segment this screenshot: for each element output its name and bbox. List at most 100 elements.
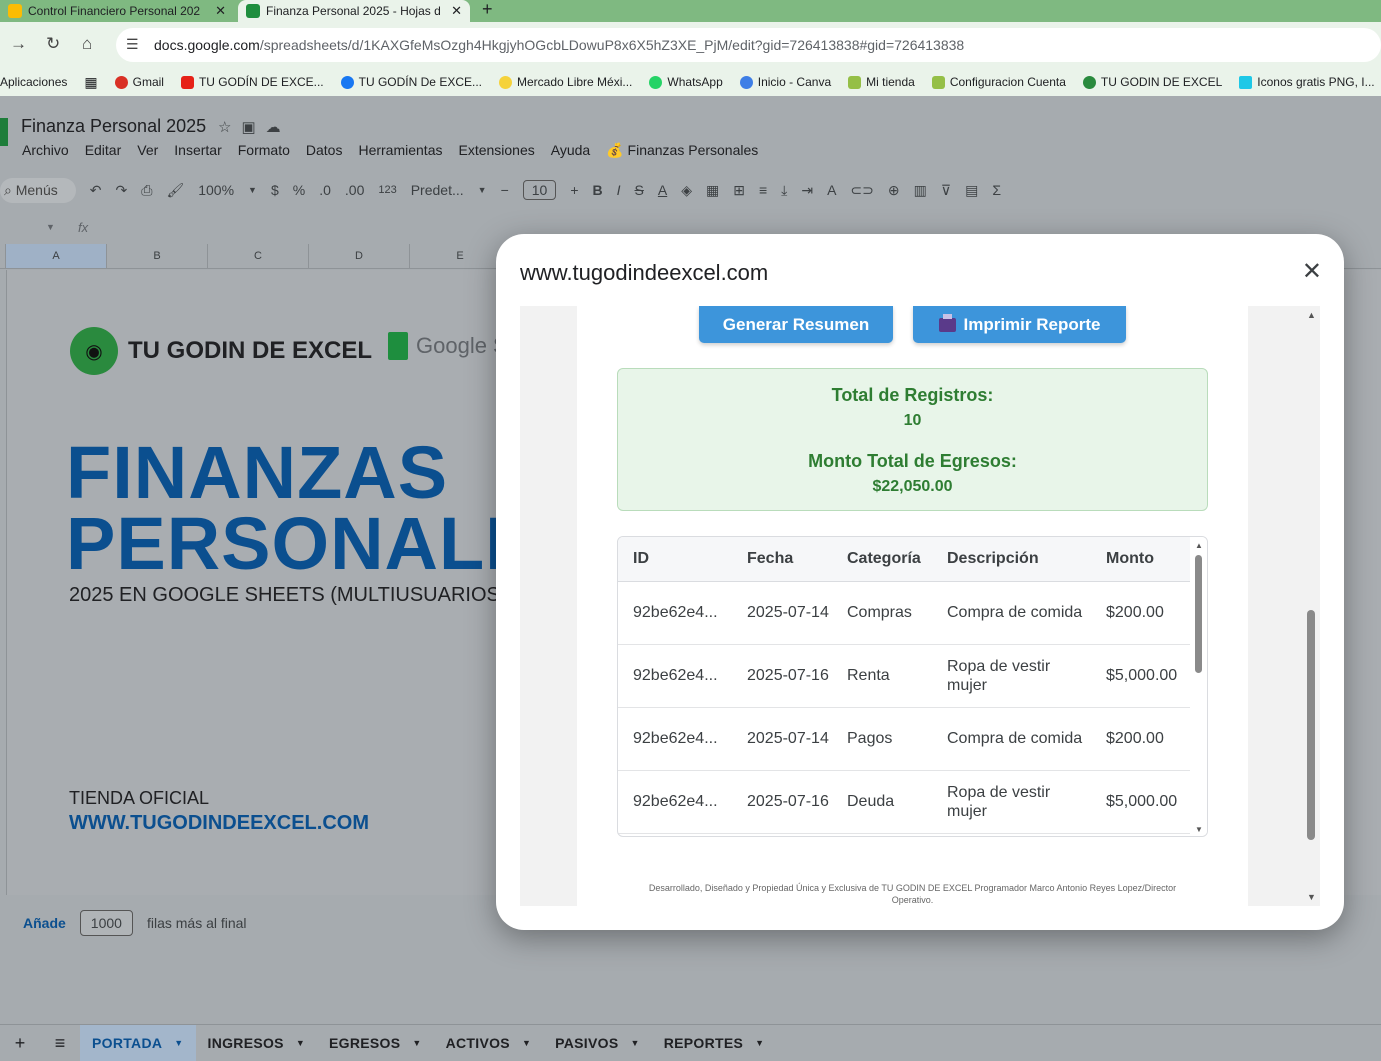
percent-format-button[interactable]: % [293, 182, 305, 198]
add-rows-count-input[interactable]: 1000 [79, 910, 133, 936]
dialog-scrollbar-thumb[interactable] [1307, 610, 1315, 840]
chevron-down-icon[interactable]: ▼ [755, 1038, 764, 1048]
move-folder-icon[interactable]: ▣ [241, 119, 265, 136]
chevron-down-icon[interactable]: ▼ [248, 185, 257, 195]
menu-archivo[interactable]: Archivo [22, 142, 69, 159]
increase-font-size-icon[interactable]: + [570, 182, 578, 198]
generate-summary-button[interactable]: Generar Resumen [699, 306, 893, 343]
strikethrough-icon[interactable]: S [635, 182, 644, 198]
dialog-scrollbar[interactable]: ▲ ▼ [1303, 306, 1320, 906]
menu-ayuda[interactable]: Ayuda [551, 142, 590, 159]
column-header-b[interactable]: B [107, 244, 208, 268]
sheet-tab-pasivos[interactable]: PASIVOS ▼ [543, 1025, 652, 1061]
bookmark-gmail[interactable]: Gmail [114, 75, 164, 89]
new-tab-button[interactable]: + [482, 0, 493, 18]
document-title[interactable]: Finanza Personal 2025 [21, 116, 206, 137]
star-icon[interactable]: ☆ [218, 119, 241, 136]
menu-extensiones[interactable]: Extensiones [458, 142, 534, 159]
font-size-input[interactable]: 10 [522, 180, 557, 200]
scroll-down-icon[interactable]: ▼ [1307, 892, 1316, 902]
font-select[interactable]: Predet... [411, 182, 464, 198]
sheet-tab-activos[interactable]: ACTIVOS ▼ [434, 1025, 544, 1061]
italic-icon[interactable]: I [617, 182, 621, 198]
decrease-font-size-icon[interactable]: − [501, 182, 509, 198]
bookmark-canva[interactable]: Inicio - Canva [739, 75, 831, 89]
close-tab-icon[interactable]: ✕ [451, 3, 462, 19]
horizontal-align-icon[interactable]: ≡ [759, 182, 767, 198]
apps-grid-icon[interactable]: ▦ [84, 74, 97, 91]
table-scrollbar-thumb[interactable] [1195, 555, 1202, 673]
chevron-down-icon[interactable]: ▼ [522, 1038, 531, 1048]
column-header-d[interactable]: D [309, 244, 410, 268]
chevron-down-icon[interactable]: ▼ [478, 185, 487, 195]
undo-icon[interactable]: ↶ [90, 182, 102, 199]
chevron-down-icon[interactable]: ▼ [46, 222, 55, 232]
fill-color-icon[interactable]: ◈ [681, 182, 692, 199]
scroll-up-icon[interactable]: ▲ [1307, 310, 1316, 320]
menu-datos[interactable]: Datos [306, 142, 343, 159]
chevron-down-icon[interactable]: ▼ [412, 1038, 421, 1048]
currency-format-button[interactable]: $ [271, 182, 279, 198]
add-sheet-icon[interactable]: + [0, 1033, 40, 1054]
expenses-table-container[interactable]: ID Fecha Categoría Descripción Monto 92b… [617, 536, 1208, 837]
column-header-a[interactable]: A [6, 244, 107, 268]
bookmark-aplicaciones[interactable]: Aplicaciones [0, 75, 67, 89]
chart-icon[interactable]: ▥ [914, 182, 927, 199]
bookmark-iconos[interactable]: Iconos gratis PNG, I... [1239, 75, 1375, 89]
sheet-tab-reportes[interactable]: REPORTES ▼ [652, 1025, 777, 1061]
bookmark-mi-tienda[interactable]: Mi tienda [848, 75, 915, 89]
all-sheets-icon[interactable]: ≡ [40, 1033, 80, 1054]
number-format-button[interactable]: 123 [378, 184, 396, 196]
borders-icon[interactable]: ▦ [706, 182, 719, 199]
filter-views-icon[interactable]: ▤ [965, 182, 978, 199]
add-rows-button[interactable]: Añade [23, 915, 66, 931]
bookmark-whatsapp[interactable]: WhatsApp [649, 75, 723, 89]
close-tab-icon[interactable]: ✕ [215, 3, 226, 19]
bookmark-youtube[interactable]: TU GODÍN DE EXCE... [180, 75, 324, 89]
bookmark-configuracion[interactable]: Configuracion Cuenta [931, 75, 1066, 89]
print-icon[interactable]: ⎙ [141, 182, 152, 199]
menu-finanzas-personales[interactable]: 💰 Finanzas Personales [606, 142, 758, 159]
table-scrollbar[interactable]: ▲ ▼ [1190, 537, 1207, 836]
bookmark-tu-godin[interactable]: TU GODIN DE EXCEL [1082, 75, 1222, 89]
chevron-down-icon[interactable]: ▼ [630, 1038, 639, 1048]
menu-formato[interactable]: Formato [238, 142, 290, 159]
filter-icon[interactable]: ⊽ [941, 182, 951, 199]
reload-icon[interactable]: ↻ [46, 34, 60, 54]
forward-icon[interactable]: → [10, 34, 27, 54]
decrease-decimal-button[interactable]: .0 [319, 182, 331, 198]
scroll-up-icon[interactable]: ▲ [1195, 541, 1203, 550]
text-color-icon[interactable]: A [658, 182, 667, 198]
link-icon[interactable]: ⊂⊃ [850, 182, 873, 199]
functions-icon[interactable]: Σ [992, 182, 1001, 198]
close-icon[interactable]: ✕ [1302, 260, 1322, 284]
zoom-select[interactable]: 100% [198, 182, 234, 198]
menu-herramientas[interactable]: Herramientas [358, 142, 442, 159]
menu-ver[interactable]: Ver [137, 142, 158, 159]
text-wrap-icon[interactable]: ⇥ [801, 182, 813, 199]
site-info-icon[interactable]: ☰ [126, 36, 139, 53]
text-rotation-icon[interactable]: A [827, 182, 836, 198]
sheets-logo-icon[interactable] [0, 118, 8, 146]
column-header-c[interactable]: C [208, 244, 309, 268]
vertical-align-icon[interactable]: ⤓ [781, 182, 787, 199]
home-icon[interactable]: ⌂ [82, 34, 92, 54]
increase-decimal-button[interactable]: .00 [345, 182, 364, 198]
bookmark-mercado-libre[interactable]: Mercado Libre Méxi... [499, 75, 632, 89]
chevron-down-icon[interactable]: ▼ [296, 1038, 305, 1048]
paint-format-icon[interactable]: 🖌 [166, 182, 184, 199]
menu-insertar[interactable]: Insertar [174, 142, 221, 159]
scroll-down-icon[interactable]: ▼ [1195, 825, 1203, 834]
menu-editar[interactable]: Editar [85, 142, 122, 159]
browser-tab-finanza-personal[interactable]: Finanza Personal 2025 - Hojas d ✕ [238, 0, 470, 22]
cloud-status-icon[interactable]: ☁ [266, 119, 291, 136]
comment-icon[interactable]: ⊕ [888, 182, 900, 199]
print-report-button[interactable]: Imprimir Reporte [913, 306, 1126, 343]
browser-tab-control-financiero[interactable]: Control Financiero Personal 202 ✕ [0, 0, 234, 22]
sheet-tab-egresos[interactable]: EGRESOS ▼ [317, 1025, 434, 1061]
chevron-down-icon[interactable]: ▼ [174, 1038, 183, 1048]
bookmark-facebook[interactable]: TU GODÍN De EXCE... [340, 75, 482, 89]
merge-cells-icon[interactable]: ⊞ [733, 182, 745, 199]
url-input[interactable]: ☰ docs.google.com/spreadsheets/d/1KAXGfe… [116, 28, 1381, 62]
bold-icon[interactable]: B [593, 182, 603, 198]
